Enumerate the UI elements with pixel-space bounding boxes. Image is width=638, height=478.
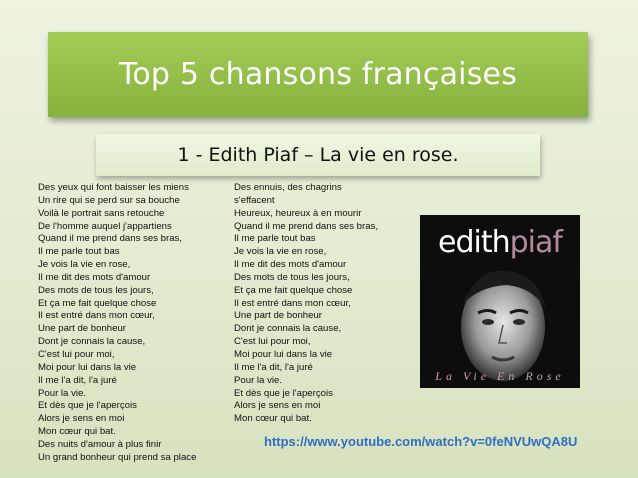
- lyric-line: Il me l'a dit, l'a juré: [38, 374, 117, 386]
- album-cover: edithpiaf La Vie En Rose: [420, 215, 580, 388]
- portrait-image: [461, 270, 546, 381]
- youtube-link[interactable]: https://www.youtube.com/watch?v=0feNVUwQ…: [264, 434, 577, 449]
- lyric-line: Il me parle tout bas: [234, 233, 316, 245]
- lyric-line: Dont je connais la cause,: [234, 323, 342, 335]
- album-artist: edithpiaf: [420, 225, 580, 260]
- lyric-line: Un grand bonheur qui prend sa place: [38, 451, 197, 463]
- lyric-line: Des yeux qui font baisser les miens: [38, 182, 189, 193]
- lyric-line: Il est entré dans mon cœur,: [38, 310, 155, 322]
- lyric-line: Un rire qui se perd sur sa bouche: [38, 194, 180, 206]
- lyric-line: De l'homme auquel j'appartiens: [38, 220, 172, 232]
- lyric-line: Et ça me fait quelque chose: [38, 297, 157, 309]
- lyric-line: Mon cœur qui bat.: [234, 413, 312, 425]
- lyrics-column-1: Des yeux qui font baisser les miens Un ri…: [38, 182, 196, 465]
- title-banner: Top 5 chansons françaises: [48, 32, 588, 117]
- lyrics-column-2: Des ennuis, des chagrins s'effacent Heureu…: [234, 182, 378, 426]
- lyric-line: Alors je sens en moi: [234, 400, 321, 412]
- lyric-line: Il est entré dans mon cœur,: [234, 297, 351, 309]
- lyric-line: C'est lui pour moi,: [38, 348, 115, 360]
- lyric-line: Quand il me prend dans ses bras,: [234, 220, 378, 232]
- album-artist-first: edith: [438, 225, 511, 260]
- lyric-line: Mon cœur qui bat.: [38, 426, 116, 438]
- album-record-title: La Vie En Rose: [435, 369, 565, 383]
- subtitle-banner: 1 - Edith Piaf – La vie en rose.: [96, 134, 540, 176]
- lyric-line: Et dès que je l'aperçois: [234, 387, 333, 399]
- lyric-line: Voilà le portrait sans retouche: [38, 207, 165, 219]
- lyric-line: Des mots de tous les jours,: [234, 271, 350, 283]
- lyric-line: s'effacent: [234, 194, 275, 206]
- slide-title: Top 5 chansons françaises: [118, 57, 518, 92]
- lyric-line: Pour la vie.: [38, 387, 86, 399]
- lyric-line: Il me l'a dit, l'a juré: [234, 361, 313, 373]
- lyric-line: Il me parle tout bas: [38, 246, 120, 258]
- lyric-line: Des mots de tous les jours,: [38, 284, 154, 296]
- lyric-line: Je vois la vie en rose,: [38, 259, 131, 271]
- lyric-line: Dont je connais la cause,: [38, 336, 146, 348]
- lyric-line: Il me dit des mots d'amour: [234, 259, 347, 271]
- lyric-line: Une part de bonheur: [38, 323, 127, 335]
- lyric-line: Quand il me prend dans ses bras,: [38, 233, 182, 245]
- lyric-line: Et dès que je l'aperçois: [38, 400, 137, 412]
- lyric-line: Alors je sens en moi: [38, 413, 125, 425]
- lyric-line: Moi pour lui dans la vie: [38, 361, 137, 373]
- lyric-line: Pour la vie.: [234, 374, 282, 386]
- lyric-line: Heureux, heureux à en mourir: [234, 207, 362, 219]
- lyric-line: Des nuits d'amour à plus finir: [38, 438, 162, 450]
- lyric-line: Il me dit des mots d'amour: [38, 271, 151, 283]
- lyric-line: Et ça me fait quelque chose: [234, 284, 353, 296]
- lyric-line: Des ennuis, des chagrins: [234, 182, 342, 193]
- slide-subtitle: 1 - Edith Piaf – La vie en rose.: [177, 144, 459, 166]
- lyric-line: Je vois la vie en rose,: [234, 246, 327, 258]
- lyric-line: C'est lui pour moi,: [234, 336, 311, 348]
- lyric-line: Moi pour lui dans la vie: [234, 348, 333, 360]
- lyric-line: Une part de bonheur: [234, 310, 323, 322]
- album-artist-last: piaf: [509, 225, 563, 260]
